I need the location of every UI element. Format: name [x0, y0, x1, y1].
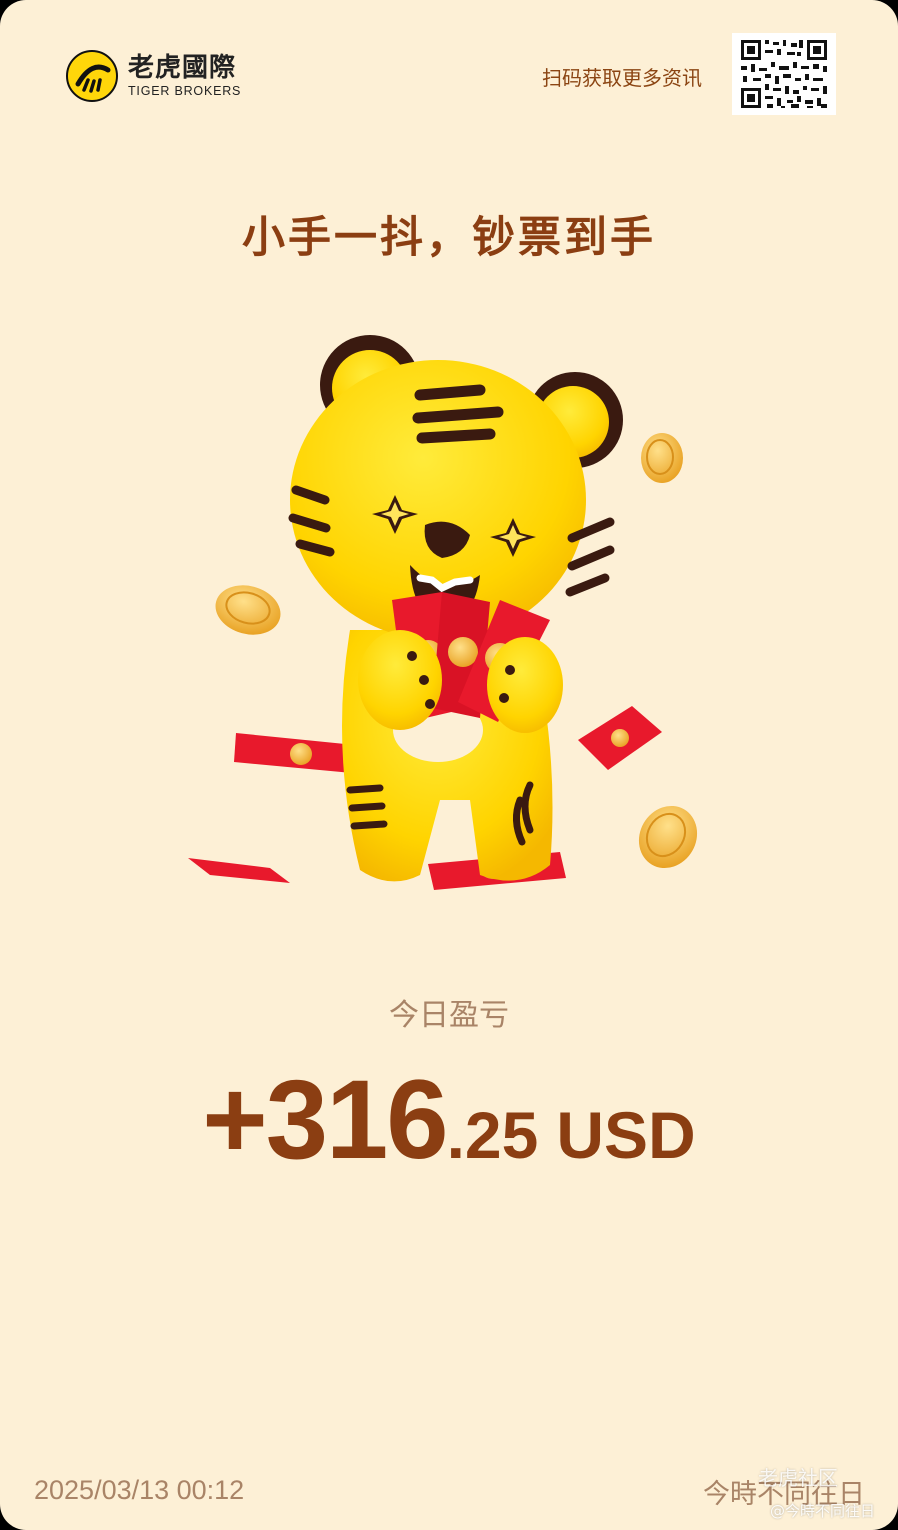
- red-envelope-icon: [234, 733, 355, 773]
- brand-name-en: TIGER BROKERS: [128, 84, 242, 98]
- tiger-logo-icon: [66, 50, 118, 102]
- brand-logo: 老虎國際 TIGER BROKERS: [66, 50, 241, 102]
- scan-tip: 扫码获取更多资讯: [542, 66, 702, 90]
- watermark-handle: @今時不同往日: [770, 1502, 876, 1520]
- pnl-label: 今日盈亏: [389, 998, 509, 1033]
- share-card: 老虎國際 TIGER BROKERS 扫码获取更多资讯 小手一抖，钞票到手 今日…: [0, 0, 898, 1530]
- watermark-title: 老虎社区: [758, 1466, 838, 1490]
- slogan: 小手一抖，钞票到手: [242, 213, 656, 263]
- pnl-decimal: .25: [446, 1098, 539, 1172]
- pnl-value: +316.25 USD: [0, 1055, 898, 1184]
- timestamp: 2025/03/13 00:12: [34, 1475, 245, 1505]
- brand-name-cn: 老虎國際: [128, 53, 237, 83]
- pnl-currency: USD: [556, 1098, 696, 1172]
- card-header: 老虎國際 TIGER BROKERS 扫码获取更多资讯: [0, 0, 898, 120]
- tiger-mascot-icon: [188, 335, 698, 890]
- qr-code-icon[interactable]: [732, 33, 836, 115]
- red-envelope-icon: [578, 706, 662, 770]
- pnl-integer: +316: [202, 1057, 448, 1182]
